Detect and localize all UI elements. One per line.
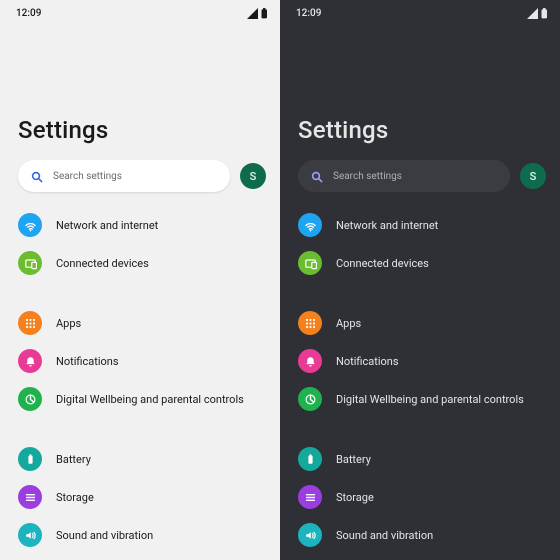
item-network-internet[interactable]: Network and internet [298, 206, 546, 244]
item-label: Sound and vibration [336, 529, 433, 542]
battery-icon [541, 8, 548, 19]
item-storage[interactable]: Storage [298, 478, 546, 516]
status-time: 12:09 [16, 8, 41, 19]
settings-list: Network and internet Connected devices A… [0, 206, 280, 554]
settings-screen-light: 12:09 Settings Search settings S Network… [0, 0, 280, 560]
item-label: Notifications [336, 355, 399, 368]
sound-icon [18, 523, 42, 547]
page-title: Settings [280, 116, 560, 160]
wellbeing-icon [298, 387, 322, 411]
item-notifications[interactable]: Notifications [18, 342, 266, 380]
wifi-icon [298, 213, 322, 237]
item-connected-devices[interactable]: Connected devices [18, 244, 266, 282]
search-settings-input[interactable]: Search settings [298, 160, 510, 192]
item-label: Connected devices [336, 257, 429, 270]
battery-item-icon [18, 447, 42, 471]
item-storage[interactable]: Storage [18, 478, 266, 516]
status-time: 12:09 [296, 8, 321, 19]
item-apps[interactable]: Apps [18, 304, 266, 342]
item-notifications[interactable]: Notifications [298, 342, 546, 380]
apps-icon [18, 311, 42, 335]
devices-icon [298, 251, 322, 275]
item-label: Notifications [56, 355, 119, 368]
apps-icon [298, 311, 322, 335]
item-connected-devices[interactable]: Connected devices [298, 244, 546, 282]
profile-avatar[interactable]: S [240, 163, 266, 189]
search-settings-input[interactable]: Search settings [18, 160, 230, 192]
item-battery[interactable]: Battery [298, 440, 546, 478]
storage-icon [298, 485, 322, 509]
signal-icon [527, 8, 538, 19]
search-icon [30, 170, 43, 183]
item-label: Apps [56, 317, 81, 330]
item-label: Digital Wellbeing and parental controls [336, 393, 524, 406]
item-label: Sound and vibration [56, 529, 153, 542]
item-label: Connected devices [56, 257, 149, 270]
search-placeholder: Search settings [333, 171, 402, 182]
bell-icon [18, 349, 42, 373]
item-label: Battery [336, 453, 371, 466]
item-label: Network and internet [336, 219, 438, 232]
item-network-internet[interactable]: Network and internet [18, 206, 266, 244]
signal-icon [247, 8, 258, 19]
item-battery[interactable]: Battery [18, 440, 266, 478]
item-label: Battery [56, 453, 91, 466]
page-title: Settings [0, 116, 280, 160]
status-icons [247, 8, 268, 19]
item-label: Storage [336, 491, 374, 504]
devices-icon [18, 251, 42, 275]
item-sound-vibration[interactable]: Sound and vibration [18, 516, 266, 554]
sound-icon [298, 523, 322, 547]
battery-item-icon [298, 447, 322, 471]
settings-screen-dark: 12:09 Settings Search settings S Network… [280, 0, 560, 560]
bell-icon [298, 349, 322, 373]
status-bar: 12:09 [280, 0, 560, 24]
item-label: Apps [336, 317, 361, 330]
item-label: Storage [56, 491, 94, 504]
wifi-icon [18, 213, 42, 237]
item-sound-vibration[interactable]: Sound and vibration [298, 516, 546, 554]
settings-list: Network and internet Connected devices A… [280, 206, 560, 554]
item-label: Digital Wellbeing and parental controls [56, 393, 244, 406]
item-digital-wellbeing[interactable]: Digital Wellbeing and parental controls [298, 380, 546, 418]
storage-icon [18, 485, 42, 509]
item-label: Network and internet [56, 219, 158, 232]
status-icons [527, 8, 548, 19]
profile-avatar[interactable]: S [520, 163, 546, 189]
battery-icon [261, 8, 268, 19]
search-placeholder: Search settings [53, 171, 122, 182]
search-icon [310, 170, 323, 183]
item-apps[interactable]: Apps [298, 304, 546, 342]
status-bar: 12:09 [0, 0, 280, 24]
item-digital-wellbeing[interactable]: Digital Wellbeing and parental controls [18, 380, 266, 418]
wellbeing-icon [18, 387, 42, 411]
